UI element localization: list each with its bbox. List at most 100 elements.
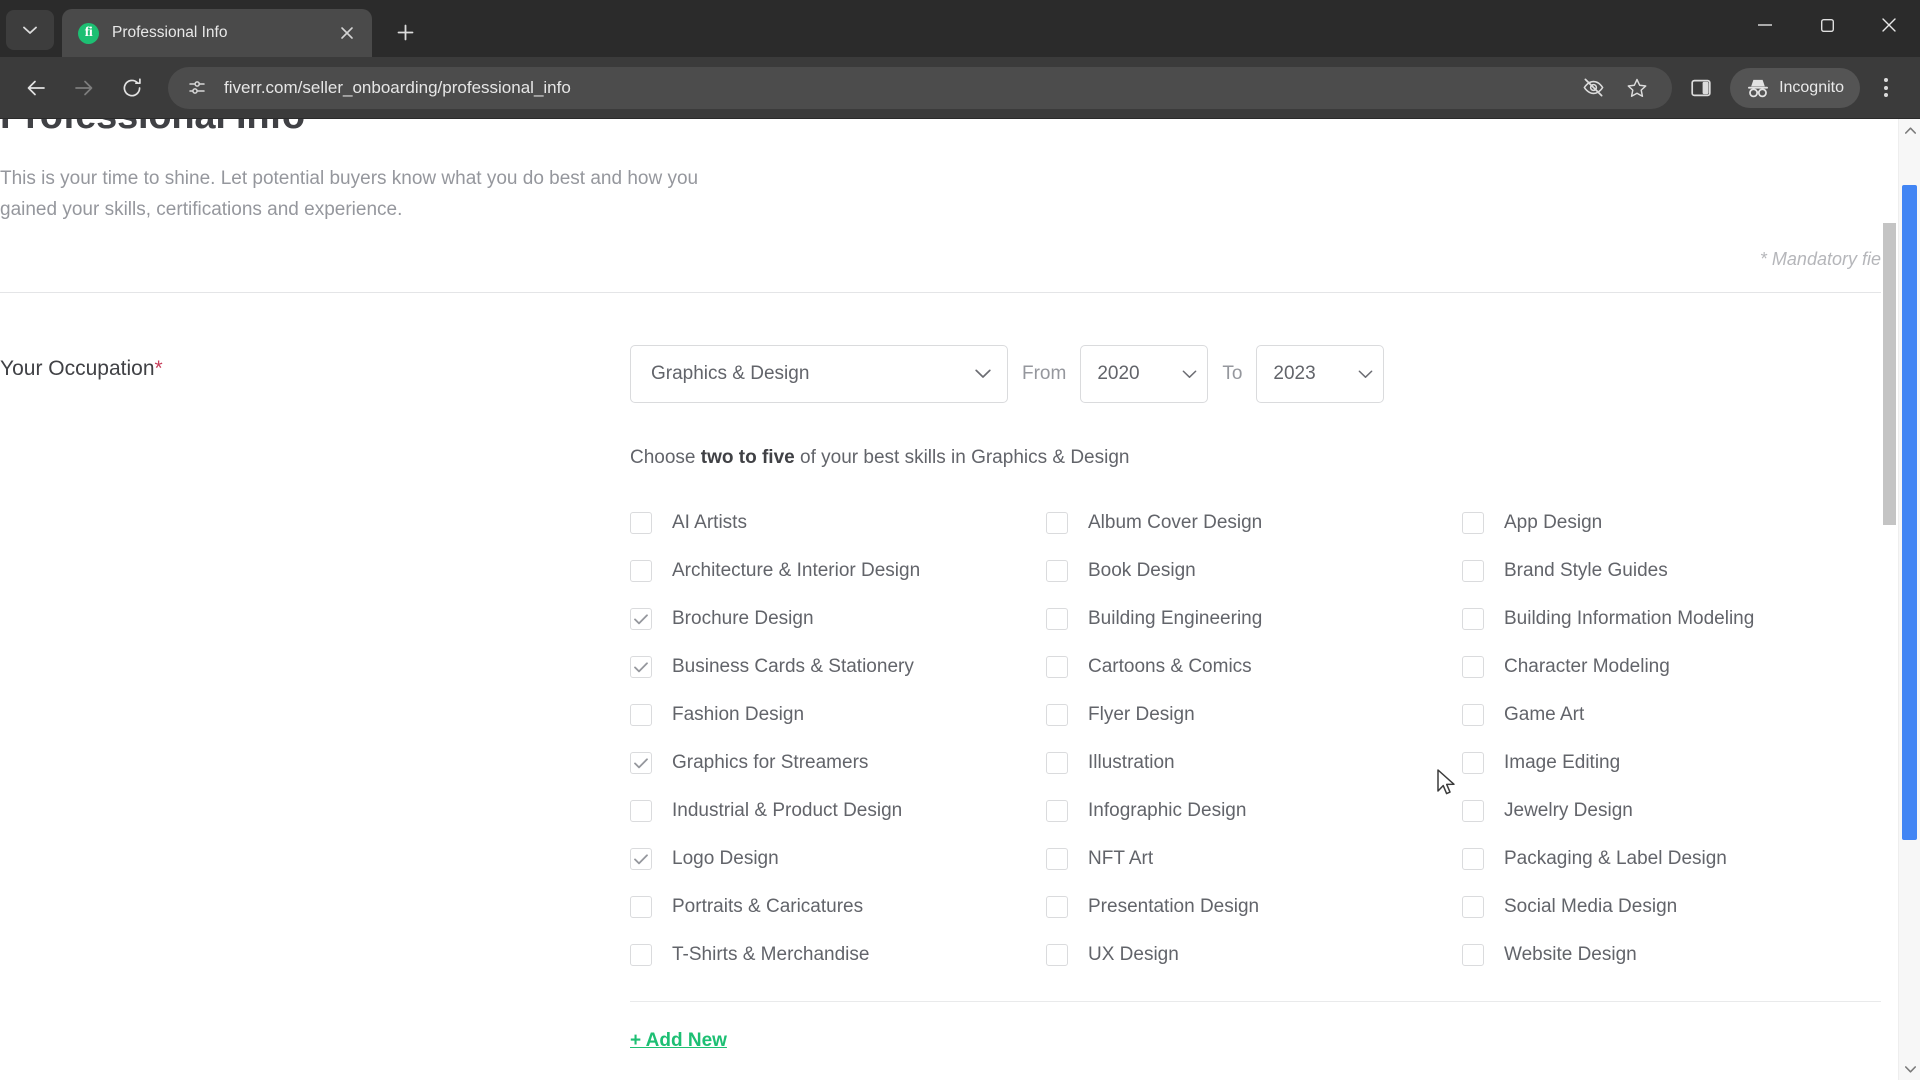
skill-checkbox[interactable]	[1462, 656, 1484, 679]
skill-checkbox-row[interactable]: Game Art	[1462, 691, 1920, 739]
skill-checkbox[interactable]	[1462, 704, 1484, 727]
new-tab-button[interactable]	[386, 13, 424, 51]
skill-checkbox[interactable]	[630, 656, 652, 679]
incognito-indicator[interactable]: Incognito	[1730, 67, 1860, 108]
skill-checkbox-row[interactable]: T-Shirts & Merchandise	[630, 931, 1046, 979]
skill-checkbox-row[interactable]: Album Cover Design	[1046, 499, 1462, 547]
skill-checkbox[interactable]	[630, 896, 652, 919]
skill-checkbox[interactable]	[1462, 560, 1484, 583]
skill-checkbox[interactable]	[1046, 752, 1068, 775]
page-scrollbar-track[interactable]	[1898, 119, 1920, 1080]
skill-checkbox[interactable]	[1046, 896, 1068, 919]
skill-checkbox-row[interactable]: AI Artists	[630, 499, 1046, 547]
skill-checkbox-row[interactable]: Architecture & Interior Design	[630, 547, 1046, 595]
tab-close-button[interactable]	[334, 20, 360, 46]
browser-tab[interactable]: fi Professional Info	[62, 9, 372, 57]
window-close-button[interactable]	[1858, 0, 1920, 50]
checkmark-icon	[634, 854, 648, 865]
skill-checkbox-row[interactable]: Building Engineering	[1046, 595, 1462, 643]
skill-checkbox[interactable]	[1046, 944, 1068, 967]
occupation-body: Graphics & Design From 2020 To 2023 Choo…	[630, 345, 1920, 1052]
page-scrollbar-thumb[interactable]	[1902, 185, 1917, 840]
skill-label: Game Art	[1504, 704, 1585, 726]
skill-checkbox-row[interactable]: Illustration	[1046, 739, 1462, 787]
skill-label: Book Design	[1088, 560, 1196, 582]
skill-checkbox-row[interactable]: Jewelry Design	[1462, 787, 1920, 835]
browser-menu-button[interactable]	[1866, 66, 1906, 110]
skill-checkbox-row[interactable]: Industrial & Product Design	[630, 787, 1046, 835]
site-info-button[interactable]	[184, 75, 210, 101]
skill-checkbox[interactable]	[1046, 800, 1068, 823]
skill-checkbox[interactable]	[630, 704, 652, 727]
minimize-button[interactable]	[1734, 0, 1796, 50]
skill-label: Illustration	[1088, 752, 1175, 774]
back-button[interactable]	[14, 66, 58, 110]
skill-checkbox[interactable]	[630, 800, 652, 823]
occupation-category-value: Graphics & Design	[651, 363, 810, 385]
side-panel-button[interactable]	[1682, 69, 1720, 107]
occupation-label: Your Occupation*	[0, 345, 630, 1052]
chevron-up-icon	[1904, 126, 1916, 134]
add-new-link[interactable]: + Add New	[630, 1030, 727, 1052]
skill-label: Packaging & Label Design	[1504, 848, 1727, 870]
skill-checkbox-row[interactable]: Business Cards & Stationery	[630, 643, 1046, 691]
skill-checkbox[interactable]	[1462, 752, 1484, 775]
skill-checkbox[interactable]	[1462, 608, 1484, 631]
scroll-down-arrow[interactable]	[1899, 1058, 1920, 1080]
incognito-icon	[1748, 79, 1769, 97]
skill-checkbox[interactable]	[630, 848, 652, 871]
skill-checkbox-row[interactable]: UX Design	[1046, 931, 1462, 979]
skill-checkbox[interactable]	[1046, 656, 1068, 679]
forward-button[interactable]	[62, 66, 106, 110]
skill-checkbox-row[interactable]: Fashion Design	[630, 691, 1046, 739]
occupation-from-year-select[interactable]: 2020	[1080, 345, 1209, 404]
reload-button[interactable]	[110, 66, 154, 110]
skill-checkbox[interactable]	[630, 608, 652, 631]
page-settings-icon	[189, 80, 205, 94]
skill-checkbox-row[interactable]: Infographic Design	[1046, 787, 1462, 835]
skill-checkbox-row[interactable]: Image Editing	[1462, 739, 1920, 787]
skill-checkbox[interactable]	[1046, 704, 1068, 727]
maximize-button[interactable]	[1796, 0, 1858, 50]
bookmark-button[interactable]	[1618, 69, 1656, 107]
address-bar[interactable]: fiverr.com/seller_onboarding/professiona…	[168, 66, 1673, 109]
skill-checkbox-row[interactable]: Packaging & Label Design	[1462, 835, 1920, 883]
occupation-to-year-select[interactable]: 2023	[1256, 345, 1385, 404]
skill-checkbox-row[interactable]: Portraits & Caricatures	[630, 883, 1046, 931]
skill-checkbox[interactable]	[1462, 512, 1484, 535]
skill-checkbox[interactable]	[1046, 848, 1068, 871]
tracking-protection-button[interactable]	[1574, 69, 1612, 107]
skill-checkbox[interactable]	[1462, 944, 1484, 967]
skill-checkbox-row[interactable]: Graphics for Streamers	[630, 739, 1046, 787]
skill-checkbox[interactable]	[1462, 848, 1484, 871]
skill-checkbox-row[interactable]: Logo Design	[630, 835, 1046, 883]
occupation-category-select[interactable]: Graphics & Design	[630, 345, 1008, 404]
skill-checkbox-row[interactable]: Presentation Design	[1046, 883, 1462, 931]
skill-label: Logo Design	[672, 848, 779, 870]
skill-checkbox-row[interactable]: NFT Art	[1046, 835, 1462, 883]
skill-checkbox-row[interactable]: Flyer Design	[1046, 691, 1462, 739]
skill-checkbox[interactable]	[630, 752, 652, 775]
skill-checkbox[interactable]	[1046, 608, 1068, 631]
skill-checkbox[interactable]	[630, 512, 652, 535]
skill-checkbox[interactable]	[630, 560, 652, 583]
skill-checkbox[interactable]	[1462, 896, 1484, 919]
inner-scrollbar-thumb[interactable]	[1883, 223, 1896, 525]
skill-checkbox-row[interactable]: Character Modeling	[1462, 643, 1920, 691]
skill-checkbox[interactable]	[1046, 560, 1068, 583]
skill-checkbox-row[interactable]: Brand Style Guides	[1462, 547, 1920, 595]
skill-checkbox-row[interactable]: Brochure Design	[630, 595, 1046, 643]
skill-checkbox-row[interactable]: Website Design	[1462, 931, 1920, 979]
inner-scrollbar-track[interactable]	[1881, 119, 1898, 1080]
skill-checkbox-row[interactable]: Cartoons & Comics	[1046, 643, 1462, 691]
omnibox-actions	[1574, 69, 1656, 107]
skill-checkbox-row[interactable]: Book Design	[1046, 547, 1462, 595]
skill-checkbox[interactable]	[1046, 512, 1068, 535]
skill-checkbox-row[interactable]: Social Media Design	[1462, 883, 1920, 931]
skill-checkbox[interactable]	[630, 944, 652, 967]
skill-checkbox[interactable]	[1462, 800, 1484, 823]
skill-checkbox-row[interactable]: Building Information Modeling	[1462, 595, 1920, 643]
scroll-up-arrow[interactable]	[1899, 119, 1920, 141]
tab-search-button[interactable]	[6, 10, 54, 50]
skill-checkbox-row[interactable]: App Design	[1462, 499, 1920, 547]
